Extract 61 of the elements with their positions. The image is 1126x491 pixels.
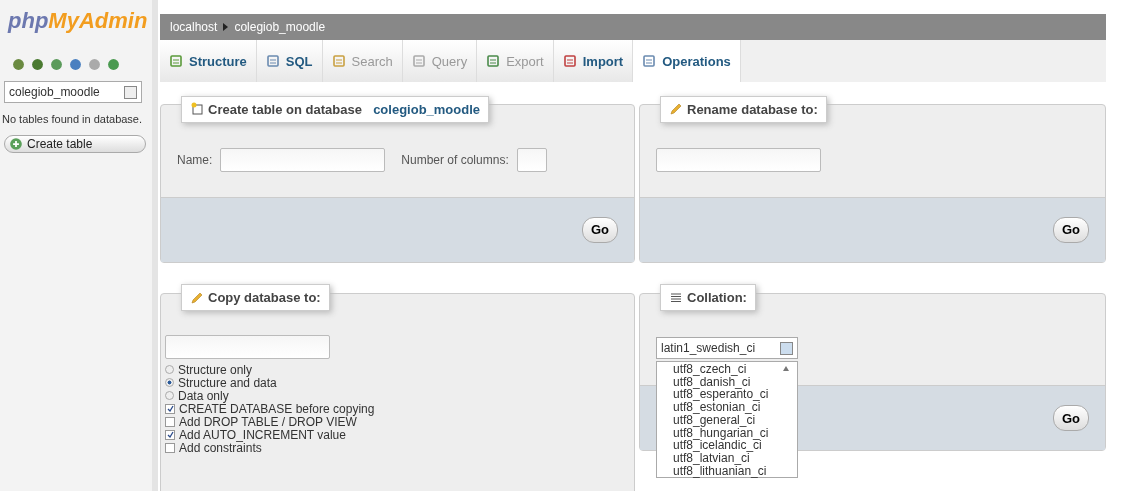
go-button[interactable]: Go xyxy=(581,216,618,243)
checkbox[interactable] xyxy=(165,429,175,440)
tab[interactable]: Structure xyxy=(160,40,257,82)
name-label: Name: xyxy=(177,152,213,167)
database-select[interactable]: colegiob_moodle xyxy=(4,81,142,103)
tab[interactable]: Operations xyxy=(633,40,741,82)
create-table-button[interactable]: Create table xyxy=(4,135,146,153)
option-label: Add DROP TABLE / DROP VIEW xyxy=(179,415,357,428)
option-label: Structure only xyxy=(178,363,253,376)
scroll-up-icon[interactable] xyxy=(783,366,789,371)
copy-name-field[interactable] xyxy=(165,335,330,359)
list-icon xyxy=(669,290,683,305)
logo[interactable]: phpMyAdmin xyxy=(4,8,148,34)
dropdown-option[interactable]: utf8_hungarian_ci xyxy=(673,426,797,440)
collation-select[interactable]: latin1_swedish_ci xyxy=(656,337,798,359)
checkbox[interactable] xyxy=(165,442,175,453)
tab[interactable]: Import xyxy=(553,40,634,82)
option-label: Structure and data xyxy=(178,376,277,389)
breadcrumb-link[interactable]: localhost xyxy=(170,20,218,34)
checkbox[interactable] xyxy=(165,416,175,427)
dropdown-option[interactable]: utf8_estonian_ci xyxy=(673,401,797,414)
dropdown-option[interactable]: utf8_latvian_ci xyxy=(673,451,797,465)
go-button[interactable]: Go xyxy=(1052,216,1089,243)
option-label: Data only xyxy=(178,389,229,402)
database-name-field[interactable] xyxy=(656,147,821,172)
separator-icon xyxy=(223,23,229,31)
tab-icon xyxy=(169,54,183,68)
tab-icon xyxy=(562,54,577,68)
option-label: Add constraints xyxy=(179,441,262,454)
radio-button[interactable] xyxy=(165,378,174,387)
legend-text: Rename database to: xyxy=(687,101,818,117)
tab-icon xyxy=(411,54,426,68)
dropdown-option[interactable]: utf8_icelandic_ci xyxy=(673,439,797,452)
checkbox[interactable] xyxy=(165,403,175,414)
dropdown-option[interactable]: utf8_danish_ci xyxy=(673,375,797,389)
dropdown-option[interactable]: utf8_general_ci xyxy=(673,413,797,427)
empty-message: No tables found in database. xyxy=(2,113,144,125)
tab-icon xyxy=(642,54,657,68)
tab-icon xyxy=(265,54,280,68)
pencil-icon xyxy=(669,102,683,116)
legend-text: Create table on database colegiob_moodle xyxy=(208,101,481,117)
tab-icon xyxy=(486,54,501,68)
option-label: Add AUTO_INCREMENT value xyxy=(179,428,346,441)
breadcrumb-link[interactable]: colegiob_moodle xyxy=(234,20,326,34)
radio-button[interactable] xyxy=(165,391,174,400)
legend-text: Copy database to: xyxy=(208,290,321,305)
go-button[interactable]: Go xyxy=(1052,405,1089,431)
pencil-icon xyxy=(190,290,204,305)
option-label: CREATE DATABASE before copying xyxy=(179,402,375,415)
radio-button[interactable] xyxy=(165,365,174,374)
dropdown-option[interactable]: utf8_lithuanian_ci xyxy=(673,464,797,478)
dropdown-option[interactable]: utf8_esperanto_ci xyxy=(673,388,797,402)
tab-icon xyxy=(331,54,346,68)
plus-icon xyxy=(9,137,23,151)
tab[interactable]: SQL xyxy=(256,40,323,82)
legend-text: Collation: xyxy=(687,290,747,305)
columns-label: Number of columns: xyxy=(401,152,509,167)
name-field[interactable] xyxy=(220,147,386,172)
dropdown-option[interactable]: utf8_czech_ci xyxy=(673,363,797,376)
columns-field[interactable] xyxy=(516,147,547,172)
new-table-icon xyxy=(190,102,204,116)
